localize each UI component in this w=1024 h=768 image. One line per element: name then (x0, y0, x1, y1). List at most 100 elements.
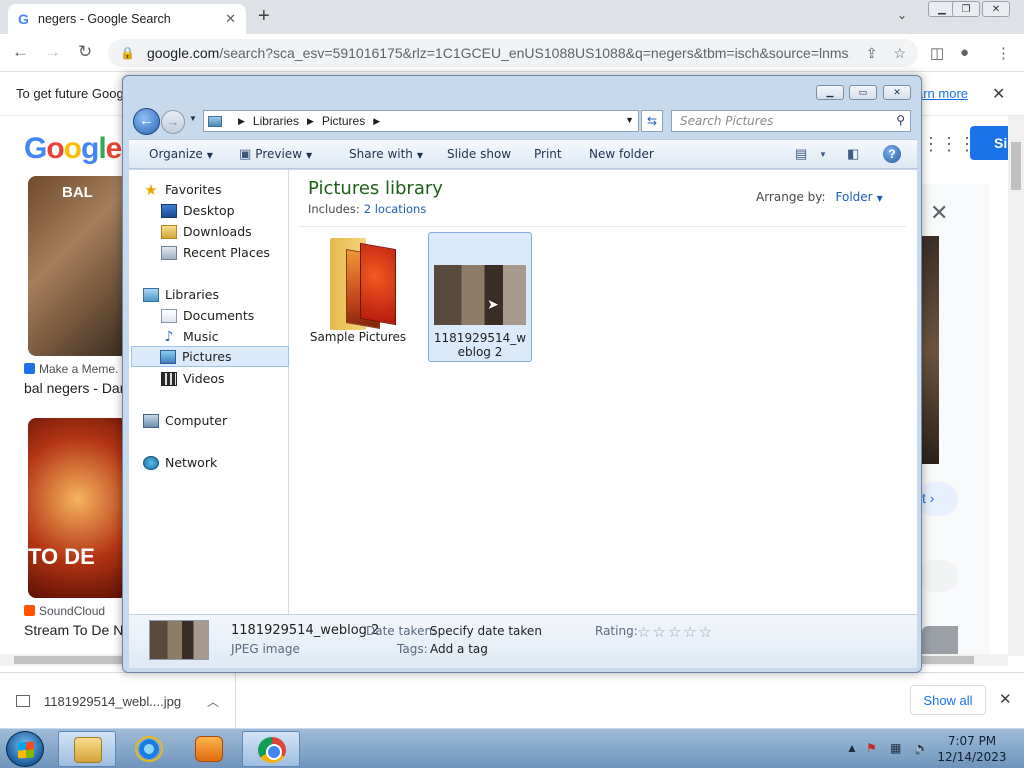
google-logo[interactable]: Google (24, 132, 122, 166)
lock-icon[interactable]: 🔒 (120, 46, 135, 60)
folder-item-sample-pictures[interactable]: Sample Pictures (306, 232, 410, 362)
forward-arrow-icon[interactable]: → (161, 110, 185, 134)
date-taken-field[interactable]: Specify date taken (430, 624, 542, 638)
download-item[interactable]: 1181929514_webl....jpg ︿ (0, 673, 236, 729)
preview-action-pill[interactable] (916, 560, 958, 592)
infobar-learn-more-link[interactable]: arn more (916, 86, 968, 101)
recent-pages-dropdown-icon[interactable]: ▼ (189, 114, 197, 123)
breadcrumb-pictures[interactable]: Pictures (322, 114, 365, 128)
libraries-icon (143, 287, 159, 302)
explorer-close-button[interactable]: ✕ (883, 85, 911, 100)
new-folder-button[interactable]: New folder (589, 147, 654, 161)
tab-title: negers - Google Search (38, 12, 171, 26)
search-pictures-input[interactable]: Search Pictures ⚲ (671, 110, 911, 132)
preview-pane-icon[interactable]: ◧ (847, 146, 859, 162)
browser-close-button[interactable]: ✕ (982, 1, 1010, 17)
google-apps-grid-icon[interactable]: ⋮⋮⋮ (922, 134, 976, 155)
taskbar-internet-explorer[interactable] (120, 731, 178, 767)
breadcrumb[interactable]: ▶ Libraries ▶ Pictures ▶ ▼ (203, 110, 639, 132)
image-result-thumbnail[interactable] (28, 418, 128, 598)
image-result-source[interactable]: Make a Meme. (24, 362, 118, 376)
taskbar-media-player[interactable] (180, 731, 238, 767)
taskbar-explorer[interactable] (58, 731, 116, 767)
details-pane: 1181929514_weblog 2 JPEG image Date take… (129, 614, 917, 668)
volume-muted-icon[interactable]: 🔈 (914, 741, 929, 755)
network-status-icon[interactable]: ▦ (890, 741, 901, 755)
infobar-message: To get future Goog (16, 86, 124, 101)
nav-computer[interactable]: Computer (143, 410, 301, 431)
tags-field[interactable]: Add a tag (430, 642, 488, 656)
file-item-image[interactable]: ➤ 1181929514_weblog 2 (428, 232, 532, 362)
image-result-title[interactable]: bal negers - Dar (24, 380, 124, 396)
url-text[interactable]: google.com/search?sca_esv=591016175&rlz=… (147, 45, 850, 61)
side-panel-icon[interactable]: ◫ (930, 44, 944, 62)
action-center-flag-icon[interactable]: ⚑ (866, 741, 877, 755)
show-hidden-icons-icon[interactable]: ▲ (846, 741, 858, 755)
new-tab-button[interactable]: + (258, 5, 270, 28)
infobar-close-icon[interactable]: ✕ (992, 84, 1005, 104)
change-view-icon[interactable]: ▤ (795, 146, 807, 162)
taskbar-chrome[interactable] (242, 731, 300, 767)
show-all-button[interactable]: Show all (910, 685, 986, 715)
forward-arrow-icon[interactable]: → (44, 42, 61, 62)
preview-button[interactable]: ▣ Preview ▼ (239, 147, 312, 162)
nav-favorites[interactable]: ★ Favorites (143, 179, 301, 200)
share-with-button[interactable]: Share with ▼ (349, 147, 423, 161)
organize-button[interactable]: Organize ▼ (149, 147, 213, 161)
browser-menu-icon[interactable]: ⋮ (996, 44, 1011, 62)
preview-close-icon[interactable]: ✕ (930, 200, 948, 226)
image-result-source[interactable]: SoundCloud (24, 604, 105, 618)
videos-film-icon (161, 371, 177, 386)
start-button[interactable] (6, 731, 44, 767)
bookmark-star-icon[interactable]: ☆ (893, 45, 906, 62)
refresh-icon[interactable]: ⇆ (641, 110, 663, 132)
tab-close-icon[interactable]: ✕ (225, 11, 236, 27)
explorer-minimize-button[interactable]: ▁ (816, 85, 844, 100)
details-filetype: JPEG image (231, 642, 300, 656)
related-image-thumbnail[interactable] (922, 626, 958, 656)
omnibox[interactable]: 🔒 google.com/search?sca_esv=591016175&rl… (108, 39, 918, 67)
browser-restore-button[interactable]: ❐ (952, 1, 980, 17)
mouse-cursor-icon: ➤ (487, 297, 499, 313)
google-favicon-icon: G (18, 11, 29, 27)
visit-button[interactable]: t › (916, 482, 958, 516)
internet-explorer-icon (135, 736, 163, 762)
image-result-title[interactable]: Stream To De N (24, 622, 123, 638)
slide-show-button[interactable]: Slide show (447, 147, 511, 161)
print-button[interactable]: Print (534, 147, 562, 161)
explorer-maximize-button[interactable]: ▭ (849, 85, 877, 100)
date-taken-label: Date taken: (366, 624, 437, 638)
help-icon[interactable]: ? (883, 145, 901, 163)
arrange-by: Arrange by: Folder ▼ (756, 190, 883, 204)
profile-avatar-icon[interactable]: ● (960, 44, 969, 61)
downloads-folder-icon (161, 224, 177, 239)
nav-network[interactable]: Network (143, 452, 301, 473)
back-arrow-icon[interactable]: ← (12, 42, 29, 62)
downloads-close-icon[interactable]: ✕ (999, 690, 1012, 708)
image-result-thumbnail[interactable] (28, 176, 128, 356)
arrange-dropdown-icon[interactable]: ▼ (877, 194, 883, 203)
rating-stars-icon[interactable]: ☆☆☆☆☆ (637, 623, 714, 641)
preview-image[interactable] (922, 236, 939, 464)
download-file-name[interactable]: 1181929514_webl....jpg (44, 694, 207, 709)
nav-pictures[interactable]: Pictures (131, 346, 289, 367)
pictures-icon (160, 349, 176, 364)
arrange-by-dropdown[interactable]: Folder (836, 190, 873, 204)
tab-search-chevron-icon[interactable]: ⌄ (897, 8, 907, 22)
windows-taskbar: ▲ ⚑ ▦ 🔈 7:07 PM 12/14/2023 (0, 728, 1024, 768)
system-clock[interactable]: 7:07 PM 12/14/2023 (932, 733, 1012, 765)
chevron-up-icon[interactable]: ︿ (207, 693, 219, 710)
address-dropdown-icon[interactable]: ▼ (625, 115, 634, 125)
share-icon[interactable]: ⇪ (866, 45, 878, 62)
reload-icon[interactable]: ↻ (78, 42, 92, 62)
image-preview-panel: ✕ t › (916, 184, 990, 656)
back-arrow-icon[interactable]: ← (133, 108, 160, 135)
search-icon[interactable]: ⚲ (896, 113, 905, 127)
breadcrumb-libraries[interactable]: Libraries (253, 114, 299, 128)
locations-link[interactable]: 2 locations (364, 202, 427, 216)
page-vertical-scrollbar[interactable] (1008, 116, 1024, 656)
view-options-dropdown-icon[interactable]: ▼ (819, 150, 827, 159)
browser-tab[interactable]: G negers - Google Search ✕ (8, 4, 246, 34)
scrollbar-thumb[interactable] (1011, 142, 1021, 190)
nav-libraries[interactable]: Libraries (143, 284, 301, 305)
